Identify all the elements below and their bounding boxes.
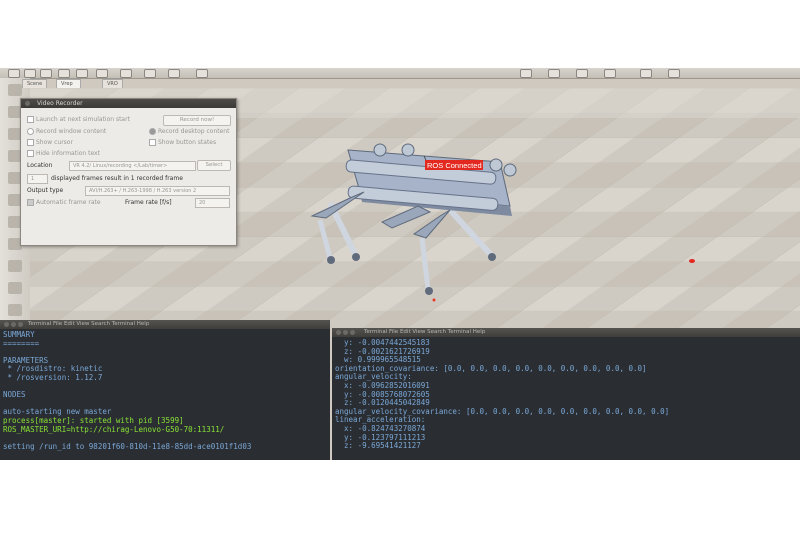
location-label: Location xyxy=(27,162,53,169)
toolbar-icon[interactable] xyxy=(58,69,70,78)
terminal-right[interactable]: Terminal File Edit View Search Terminal … xyxy=(332,328,800,460)
select-button[interactable]: Select xyxy=(197,160,231,171)
terminal-line: * /rosversion: 1.12.7 xyxy=(3,372,103,382)
toolbar-icon[interactable] xyxy=(668,69,680,78)
terminal-output: SUMMARY ======== PARAMETERS * /rosdistro:… xyxy=(0,329,330,453)
close-icon[interactable] xyxy=(336,330,341,335)
floor-marker xyxy=(689,259,695,263)
frame-rate-field[interactable]: 20 xyxy=(195,198,230,208)
select-icon[interactable] xyxy=(8,84,22,96)
terminal-line: ROS_MASTER_URI=http://chirag-Lenovo-G50-… xyxy=(3,424,225,434)
show-button-states-checkbox[interactable]: Show button states xyxy=(149,139,216,147)
hide-info-checkbox[interactable]: Hide information text xyxy=(27,150,100,158)
toolbar-icon[interactable] xyxy=(604,69,616,78)
launch-checkbox[interactable]: Launch at next simulation start xyxy=(27,116,130,124)
record-now-button[interactable]: Record now! xyxy=(163,115,231,126)
frames-field[interactable]: 1 xyxy=(27,174,48,184)
terminal-left-titlebar[interactable]: Terminal File Edit View Search Terminal … xyxy=(0,320,330,329)
toolbar-icon[interactable] xyxy=(548,69,560,78)
toolbar-icon[interactable] xyxy=(196,69,208,78)
minimize-icon[interactable] xyxy=(343,330,348,335)
frame-rate-label: Frame rate [f/s] xyxy=(125,199,172,206)
terminal-line: z: -9.69541421127 xyxy=(335,441,421,451)
terminal-line: SUMMARY xyxy=(3,330,35,339)
simulator-screen: Scene Vrep scene VRO ... xyxy=(0,68,800,460)
toolbar-icon[interactable] xyxy=(576,69,588,78)
close-icon[interactable] xyxy=(4,322,9,327)
terminal-left[interactable]: Terminal File Edit View Search Terminal … xyxy=(0,320,330,460)
terminal-output: y: -0.0047442545183 z: -0.0021621726919 … xyxy=(332,337,800,453)
maximize-icon[interactable] xyxy=(18,322,23,327)
video-recorder-dialog: Video Recorder Launch at next simulation… xyxy=(20,98,237,246)
toolbar-icon[interactable] xyxy=(96,69,108,78)
toolbar-icon[interactable] xyxy=(40,69,52,78)
toolbar-icon[interactable] xyxy=(24,69,36,78)
dialog-titlebar[interactable]: Video Recorder xyxy=(21,99,236,108)
ros-status-text: ROS Connected xyxy=(427,161,482,170)
record-window-radio[interactable]: Record window content xyxy=(27,128,106,136)
toolbar-icon[interactable] xyxy=(8,69,20,78)
main-toolbar xyxy=(0,68,800,79)
toolbar-icon[interactable] xyxy=(76,69,88,78)
book-icon[interactable] xyxy=(8,282,22,294)
terminal-line: setting /run_id to 98201f60-810d-11e8-85… xyxy=(3,441,252,451)
maximize-icon[interactable] xyxy=(350,330,355,335)
auto-frame-rate-checkbox[interactable]: Automatic frame rate xyxy=(27,199,101,207)
toolbar-icon[interactable] xyxy=(168,69,180,78)
terminal-right-titlebar[interactable]: Terminal File Edit View Search Terminal … xyxy=(332,328,800,337)
tab-scene[interactable]: Scene xyxy=(22,79,48,88)
close-icon[interactable] xyxy=(25,101,30,106)
toolbar-icon[interactable] xyxy=(144,69,156,78)
show-cursor-checkbox[interactable]: Show cursor xyxy=(27,139,73,147)
toolbar-icon[interactable] xyxy=(520,69,532,78)
terminal-line: NODES xyxy=(3,390,26,400)
output-type-label: Output type xyxy=(27,187,64,194)
tab-vrep-scene[interactable]: Vrep scene xyxy=(56,79,81,95)
location-field[interactable]: VR 4.2/ Linux/recording </Lab/timer> xyxy=(69,161,196,171)
terminal-menu[interactable]: Terminal File Edit View Search Terminal … xyxy=(364,328,485,337)
frames-text: displayed frames result in 1 recorded fr… xyxy=(51,175,183,182)
output-type-select[interactable]: AVI/H.263+ / H.263-1998 / H.263 version … xyxy=(85,186,230,196)
terminal-line: ======== xyxy=(3,338,40,348)
robot-icon[interactable] xyxy=(8,260,22,272)
toolbar-icon[interactable] xyxy=(640,69,652,78)
stack-icon[interactable] xyxy=(8,304,22,316)
toolbar-icon[interactable] xyxy=(120,69,132,78)
terminal-menu[interactable]: Terminal File Edit View Search Terminal … xyxy=(28,320,149,329)
dialog-title: Video Recorder xyxy=(37,100,83,107)
record-desktop-radio[interactable]: Record desktop content xyxy=(149,128,229,136)
minimize-icon[interactable] xyxy=(11,322,16,327)
tab-other[interactable]: VRO ... xyxy=(102,79,123,95)
